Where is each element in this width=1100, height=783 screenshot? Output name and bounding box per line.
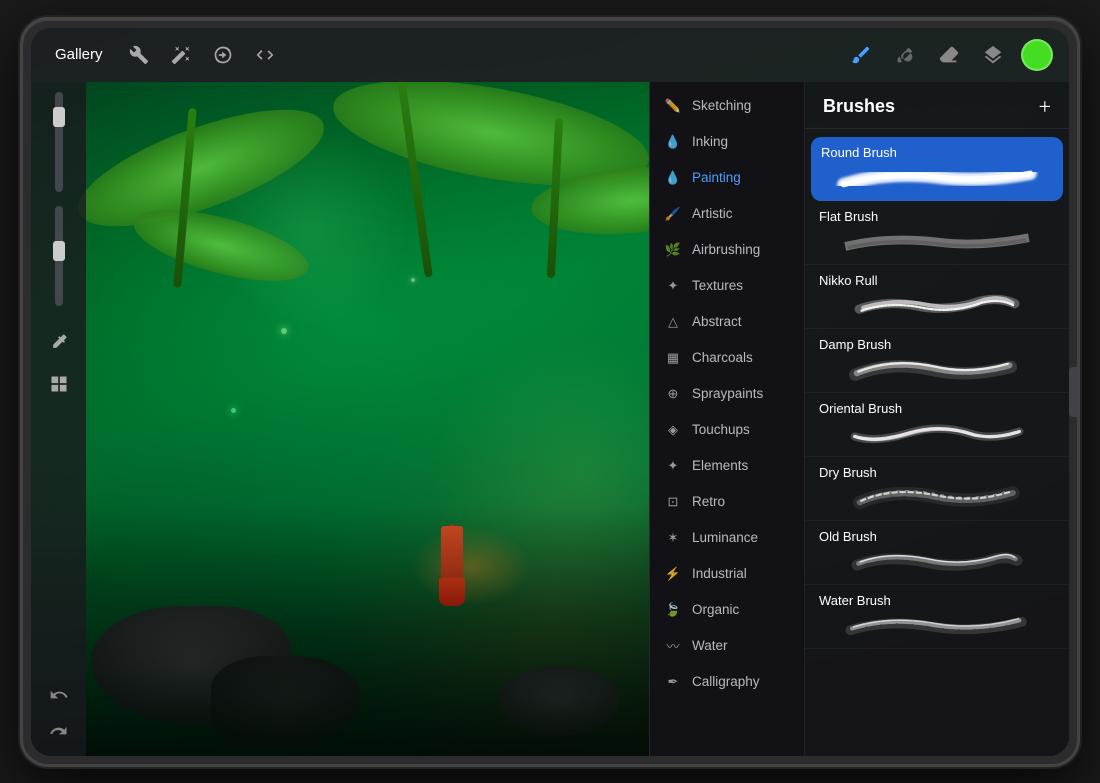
brush-preview-old-brush (819, 548, 1055, 576)
category-calligraphy[interactable]: ✒ Calligraphy (650, 664, 804, 700)
brush-preview-oriental-brush (819, 420, 1055, 448)
volume-down-button[interactable] (20, 245, 21, 280)
brush-preview-water-brush (819, 612, 1055, 640)
brush-name-round-brush: Round Brush (821, 145, 1053, 160)
category-touchups[interactable]: ◈ Touchups (650, 412, 804, 448)
category-painting[interactable]: 💧 Painting (650, 160, 804, 196)
retro-icon: ⊡ (664, 493, 682, 511)
touchups-icon: ◈ (664, 421, 682, 439)
category-industrial[interactable]: ⚡ Industrial (650, 556, 804, 592)
redo-button[interactable] (44, 716, 74, 746)
toolbar-left: Gallery (47, 41, 279, 69)
charcoals-icon: ▦ (664, 349, 682, 367)
brush-name-old-brush: Old Brush (819, 529, 1055, 544)
brush-item-old-brush[interactable]: Old Brush (805, 521, 1069, 585)
color-picker-dot[interactable] (1021, 39, 1053, 71)
brush-name-nikko-rull: Nikko Rull (819, 273, 1055, 288)
artistic-icon: 🖌️ (664, 205, 682, 223)
left-panel (31, 82, 86, 756)
airbrushing-icon: 🌿 (664, 241, 682, 259)
brush-name-oriental-brush: Oriental Brush (819, 401, 1055, 416)
brush-preview-damp-brush (819, 356, 1055, 384)
smudge-icon[interactable] (889, 39, 921, 71)
screen: Gallery (31, 28, 1069, 756)
brush-list-header: Brushes + (805, 82, 1069, 129)
gallery-button[interactable]: Gallery (47, 42, 111, 67)
brush-item-damp-brush[interactable]: Damp Brush (805, 329, 1069, 393)
brush-item-flat-brush[interactable]: Flat Brush (805, 201, 1069, 265)
category-spraypaints[interactable]: ⊕ Spraypaints (650, 376, 804, 412)
brush-preview-round-brush (821, 164, 1053, 192)
painting-icon: 💧 (664, 169, 682, 187)
category-sketching[interactable]: ✏️ Sketching (650, 88, 804, 124)
category-artistic[interactable]: 🖌️ Artistic (650, 196, 804, 232)
draw-icon[interactable] (251, 41, 279, 69)
spraypaints-icon: ⊕ (664, 385, 682, 403)
brushes-title: Brushes (823, 96, 895, 117)
abstract-icon: △ (664, 313, 682, 331)
toolbar: Gallery (31, 28, 1069, 82)
brush-preview-nikko-rull (819, 292, 1055, 320)
eraser-icon[interactable] (933, 39, 965, 71)
brush-panel: ✏️ Sketching 💧 Inking 💧 Painting 🖌️ Arti… (649, 82, 1069, 756)
category-elements[interactable]: ✦ Elements (650, 448, 804, 484)
water-icon: 〰 (664, 637, 682, 655)
brush-preview-flat-brush (819, 228, 1055, 256)
wrench-icon[interactable] (125, 41, 153, 69)
device-frame: Gallery (20, 17, 1080, 767)
category-list: ✏️ Sketching 💧 Inking 💧 Painting 🖌️ Arti… (650, 82, 805, 756)
home-button[interactable] (1069, 367, 1080, 417)
category-airbrushing[interactable]: 🌿 Airbrushing (650, 232, 804, 268)
brush-name-dry-brush: Dry Brush (819, 465, 1055, 480)
wand-icon[interactable] (167, 41, 195, 69)
eyedropper-icon[interactable] (41, 324, 77, 360)
brush-preview-dry-brush (819, 484, 1055, 512)
category-abstract[interactable]: △ Abstract (650, 304, 804, 340)
layers-icon[interactable] (977, 39, 1009, 71)
add-brush-button[interactable]: + (1039, 96, 1051, 118)
volume-up-button[interactable] (20, 200, 21, 235)
textures-icon: ✦ (664, 277, 682, 295)
category-inking[interactable]: 💧 Inking (650, 124, 804, 160)
brush-name-flat-brush: Flat Brush (819, 209, 1055, 224)
brush-list: Brushes + Round Brush (805, 82, 1069, 756)
category-retro[interactable]: ⊡ Retro (650, 484, 804, 520)
brush-tool-icon[interactable] (845, 39, 877, 71)
brush-item-oriental-brush[interactable]: Oriental Brush (805, 393, 1069, 457)
organic-icon: 🍃 (664, 601, 682, 619)
category-charcoals[interactable]: ▦ Charcoals (650, 340, 804, 376)
brush-name-damp-brush: Damp Brush (819, 337, 1055, 352)
brush-item-water-brush[interactable]: Water Brush (805, 585, 1069, 649)
brush-item-dry-brush[interactable]: Dry Brush (805, 457, 1069, 521)
canvas-settings-icon[interactable] (41, 366, 77, 402)
calligraphy-icon: ✒ (664, 673, 682, 691)
category-water[interactable]: 〰 Water (650, 628, 804, 664)
category-organic[interactable]: 🍃 Organic (650, 592, 804, 628)
brush-name-water-brush: Water Brush (819, 593, 1055, 608)
undo-button[interactable] (44, 680, 74, 710)
inking-icon: 💧 (664, 133, 682, 151)
toolbar-right (845, 39, 1053, 71)
transform-icon[interactable] (209, 41, 237, 69)
category-textures[interactable]: ✦ Textures (650, 268, 804, 304)
luminance-icon: ✶ (664, 529, 682, 547)
size-slider[interactable] (55, 92, 63, 192)
brush-item-round-brush[interactable]: Round Brush (811, 137, 1063, 201)
elements-icon: ✦ (664, 457, 682, 475)
sketching-icon: ✏️ (664, 97, 682, 115)
opacity-slider[interactable] (55, 206, 63, 306)
industrial-icon: ⚡ (664, 565, 682, 583)
category-luminance[interactable]: ✶ Luminance (650, 520, 804, 556)
brush-item-nikko-rull[interactable]: Nikko Rull (805, 265, 1069, 329)
